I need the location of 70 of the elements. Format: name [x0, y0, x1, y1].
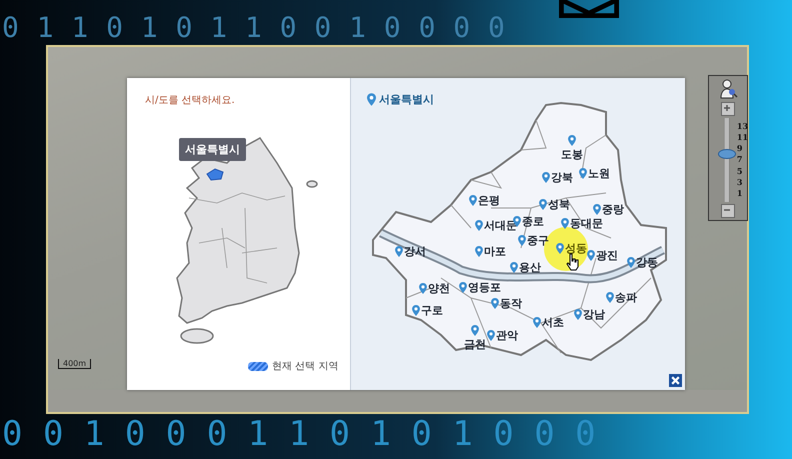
district-label[interactable]: 서대문 — [484, 218, 517, 233]
map-pin-icon — [419, 283, 427, 294]
zoom-in-button[interactable] — [721, 102, 735, 116]
district-label[interactable]: 강동 — [636, 255, 658, 270]
district-label[interactable]: 도봉 — [561, 147, 583, 162]
hatch-swatch-icon — [248, 362, 268, 370]
instruction-text: 시/도를 선택하세요. — [145, 94, 235, 107]
map-pin-icon — [475, 246, 483, 257]
map-pin-icon — [475, 220, 483, 231]
slider-thumb[interactable] — [718, 148, 736, 159]
district-label[interactable]: 영등포 — [468, 280, 501, 295]
zoom-level-label: 1 — [736, 188, 744, 198]
zoom-level-label: 3 — [736, 178, 744, 187]
scale-bar: 400m — [58, 359, 92, 369]
map-pin-icon — [627, 257, 635, 268]
map-pin-icon — [539, 199, 547, 210]
person-icon[interactable] — [718, 78, 738, 100]
district-label[interactable]: 마포 — [484, 244, 506, 259]
map-pin-icon — [587, 250, 595, 261]
district-label[interactable]: 관악 — [496, 328, 518, 343]
district-label[interactable]: 성북 — [548, 197, 570, 212]
map-pin-icon — [556, 243, 564, 254]
map-pin-icon — [518, 235, 526, 246]
district-label[interactable]: 종로 — [522, 214, 544, 229]
map-pin-icon — [574, 309, 582, 320]
map-pin-icon — [606, 292, 614, 303]
district-label[interactable]: 성동 — [565, 241, 587, 256]
korea-map-drawing[interactable] — [176, 137, 318, 344]
district-label[interactable]: 구로 — [421, 303, 443, 318]
legend-text: 현재 선택 지역 — [272, 360, 338, 373]
hand-cursor-icon — [566, 253, 580, 271]
close-icon — [670, 375, 681, 386]
map-pin-icon — [412, 305, 420, 316]
zoom-level-label: 9 — [736, 144, 744, 154]
map-pin-icon — [561, 218, 569, 229]
map-pin-icon — [568, 135, 576, 146]
binary-digits: 0 1 1 0 1 0 1 1 0 0 1 0 0 0 0 — [2, 12, 504, 44]
district-label[interactable]: 중랑 — [602, 202, 624, 217]
map-pin-icon — [533, 317, 541, 328]
district-label[interactable]: 은평 — [478, 193, 500, 208]
selected-region-icon[interactable] — [206, 168, 224, 181]
close-button[interactable] — [669, 374, 682, 387]
district-label[interactable]: 강북 — [551, 170, 573, 185]
zoom-level-label: 7 — [736, 155, 744, 164]
district-label[interactable]: 서초 — [542, 315, 564, 330]
map-pin-icon — [593, 204, 601, 215]
plus-icon — [722, 103, 732, 113]
map-pin-icon — [579, 168, 587, 179]
map-pin-icon — [487, 330, 495, 341]
region-tooltip: 서울특별시 — [179, 138, 246, 161]
zoom-level-label: 5 — [736, 166, 744, 176]
district-label[interactable]: 노원 — [588, 166, 610, 181]
district-label[interactable]: 송파 — [615, 290, 637, 305]
map-pin-icon — [510, 262, 518, 273]
map-pin-icon — [459, 282, 467, 293]
map-pin-icon — [542, 172, 550, 183]
district-label[interactable]: 양천 — [428, 281, 450, 296]
district-label[interactable]: 강서 — [404, 244, 426, 259]
district-label[interactable]: 용산 — [519, 260, 541, 275]
district-label[interactable]: 강남 — [583, 307, 605, 322]
map-pin-icon — [469, 195, 477, 206]
map-pin-icon — [395, 246, 403, 257]
zoom-out-button[interactable] — [721, 204, 735, 218]
map-pin-icon — [367, 93, 376, 106]
region-title: 서울특별시 — [379, 92, 434, 107]
map-pin-icon — [471, 325, 479, 336]
district-label[interactable]: 동작 — [500, 296, 522, 311]
map-pin-icon — [491, 298, 499, 309]
district-label[interactable]: 광진 — [596, 248, 618, 263]
district-label[interactable]: 동대문 — [570, 216, 603, 231]
